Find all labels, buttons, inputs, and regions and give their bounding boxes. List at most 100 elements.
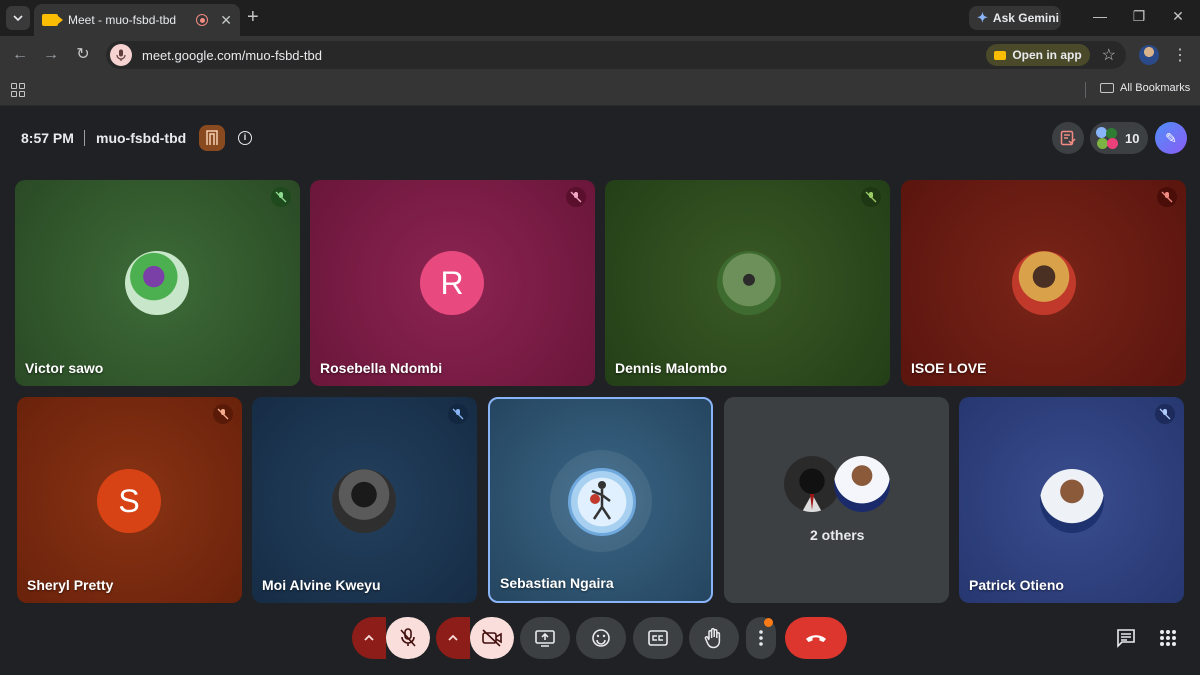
host-controls-icon	[1060, 130, 1076, 146]
camera-off-icon	[482, 629, 502, 647]
open-in-app-button[interactable]: Open in app	[986, 44, 1090, 66]
more-options-button[interactable]	[746, 617, 776, 659]
others-tile[interactable]: 2 others	[724, 397, 949, 603]
captions-button[interactable]	[633, 617, 683, 659]
bookmark-star-icon[interactable]: ☆	[1102, 45, 1116, 65]
apps-grid-icon[interactable]	[11, 83, 25, 97]
minimize-icon[interactable]: —	[1090, 6, 1110, 26]
restore-icon[interactable]: ❐	[1129, 6, 1149, 26]
avatar: R	[420, 251, 484, 315]
participant-tile[interactable]: Victor sawo	[15, 180, 300, 386]
site-mic-icon[interactable]	[110, 44, 132, 66]
new-tab-button[interactable]: +	[247, 7, 259, 27]
close-tab-icon[interactable]: ✕	[220, 12, 232, 29]
avatar: S	[97, 469, 161, 533]
browser-tab-bar: Meet - muo-fsbd-tbd ✕ + ✦ Ask Gemini — ❐…	[0, 0, 1200, 36]
captions-icon	[648, 630, 668, 646]
browser-toolbar: ← → ↻ meet.google.com/muo-fsbd-tbd Open …	[0, 36, 1200, 74]
mic-off-icon	[213, 404, 233, 424]
tab-title: Meet - muo-fsbd-tbd	[68, 13, 177, 27]
browser-tab[interactable]: Meet - muo-fsbd-tbd ✕	[34, 4, 240, 36]
participant-name: Victor sawo	[25, 360, 104, 376]
participant-tile[interactable]: Patrick Otieno	[959, 397, 1184, 603]
mic-off-icon	[1157, 187, 1177, 207]
mic-off-icon	[566, 187, 586, 207]
open-in-app-label: Open in app	[1012, 48, 1082, 62]
meeting-code: muo-fsbd-tbd	[96, 130, 187, 146]
raise-hand-button[interactable]	[689, 617, 739, 659]
raise-hand-icon	[704, 628, 721, 649]
mic-off-icon	[448, 404, 468, 424]
avatar	[784, 456, 840, 512]
participant-name: Sheryl Pretty	[27, 577, 114, 593]
call-end-icon	[806, 635, 826, 642]
present-screen-icon	[535, 630, 555, 647]
participant-tile[interactable]: S Sheryl Pretty	[17, 397, 242, 603]
chevron-down-icon	[13, 15, 23, 21]
mic-off-icon	[400, 628, 416, 647]
mic-off-icon	[861, 187, 881, 207]
participant-tile[interactable]: ISOE LOVE	[901, 180, 1186, 386]
participant-name: Sebastian Ngaira	[500, 575, 614, 591]
avatar	[1012, 251, 1076, 315]
more-vert-icon	[759, 630, 763, 646]
bookmarks-divider	[1085, 82, 1086, 98]
host-controls-button[interactable]	[1052, 122, 1084, 154]
gemini-notes-button[interactable]: ✎	[1155, 122, 1187, 154]
chevron-up-icon	[364, 635, 374, 641]
camera-toggle-button[interactable]	[470, 617, 514, 659]
browser-menu-icon[interactable]: ⋮	[1172, 45, 1188, 65]
leave-call-button[interactable]	[785, 617, 847, 659]
close-window-icon[interactable]: ✕	[1168, 6, 1188, 26]
chat-button[interactable]	[1115, 627, 1137, 649]
participant-name: ISOE LOVE	[911, 360, 987, 376]
participant-name: Moi Alvine Kweyu	[262, 577, 381, 593]
video-options-button[interactable]	[436, 617, 470, 659]
address-bar[interactable]: meet.google.com/muo-fsbd-tbd Open in app…	[106, 41, 1126, 69]
meeting-time: 8:57 PM	[21, 130, 74, 146]
emoji-icon	[592, 629, 610, 647]
ask-gemini-button[interactable]: ✦ Ask Gemini	[969, 6, 1061, 30]
participant-tile[interactable]: Dennis Malombo	[605, 180, 890, 386]
meeting-info-icon[interactable]: i	[238, 131, 252, 145]
avatar	[568, 468, 636, 536]
magic-pen-icon: ✎	[1165, 129, 1177, 146]
avatar	[125, 251, 189, 315]
forward-icon[interactable]: →	[41, 45, 61, 65]
chat-icon	[1117, 629, 1135, 648]
tab-search-button[interactable]	[6, 6, 30, 30]
mic-off-icon	[1155, 404, 1175, 424]
ask-gemini-label: Ask Gemini	[992, 11, 1059, 25]
participant-name: Dennis Malombo	[615, 360, 728, 376]
meet-app-icon	[994, 50, 1007, 60]
room-door-icon[interactable]	[199, 125, 225, 151]
participant-name: Rosebella Ndombi	[320, 360, 443, 376]
present-screen-button[interactable]	[520, 617, 570, 659]
participant-count: 10	[1125, 130, 1140, 146]
others-label: 2 others	[810, 527, 865, 543]
gemini-spark-icon: ✦	[977, 10, 988, 25]
activities-button[interactable]	[1157, 627, 1179, 649]
profile-avatar[interactable]	[1139, 45, 1159, 65]
participant-tile-active-speaker[interactable]: Sebastian Ngaira	[488, 397, 713, 603]
header-divider	[84, 130, 85, 146]
people-avatars	[1096, 127, 1118, 149]
chevron-up-icon	[448, 635, 458, 641]
participant-tile[interactable]: Moi Alvine Kweyu	[252, 397, 477, 603]
participant-tile[interactable]: R Rosebella Ndombi	[310, 180, 595, 386]
recording-icon	[196, 14, 209, 26]
reload-icon[interactable]: ↻	[73, 45, 93, 65]
participant-name: Patrick Otieno	[969, 577, 1064, 593]
audio-options-button[interactable]	[352, 617, 386, 659]
all-bookmarks-button[interactable]: All Bookmarks	[1100, 82, 1190, 94]
camera-control-group	[436, 617, 514, 659]
bookmarks-bar: All Bookmarks	[0, 74, 1200, 106]
people-button[interactable]: 10	[1090, 122, 1148, 154]
avatar	[717, 251, 781, 315]
emoji-button[interactable]	[576, 617, 626, 659]
mic-toggle-button[interactable]	[386, 617, 430, 659]
avatar	[834, 456, 890, 512]
all-bookmarks-label: All Bookmarks	[1120, 82, 1191, 94]
back-icon[interactable]: ←	[10, 45, 30, 65]
avatar	[1040, 469, 1104, 533]
